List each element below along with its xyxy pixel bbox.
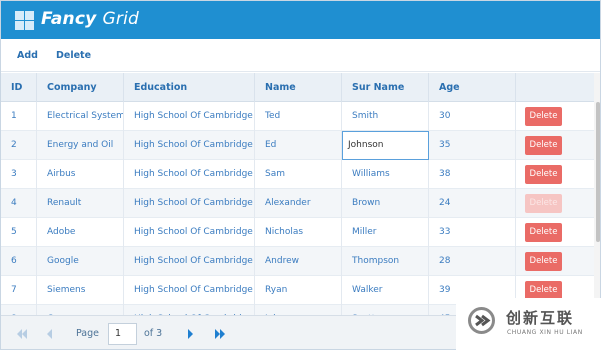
cell-id[interactable]: 5 (1, 218, 37, 247)
cell-surname[interactable]: Brown (342, 189, 429, 218)
next-page-icon[interactable] (186, 327, 194, 341)
row-delete-button[interactable]: Delete (525, 165, 562, 184)
cell-actions: Delete (516, 131, 594, 160)
table-row[interactable]: 2 Energy and Oil High School Of Cambridge E… (1, 131, 600, 160)
cell-name[interactable]: Andrew (255, 247, 342, 276)
cell-name[interactable]: Ted (255, 102, 342, 131)
cell-name[interactable]: Alexander (255, 189, 342, 218)
toolbar: Add Delete (1, 39, 600, 72)
last-page-icon[interactable] (214, 327, 226, 341)
page-number-input[interactable]: 1 (108, 323, 137, 345)
cell-company[interactable]: Electrical Systems (37, 102, 124, 131)
cell-education[interactable]: High School Of Cambridge (124, 218, 255, 247)
cell-id[interactable]: 3 (1, 160, 37, 189)
watermark-logo-icon (468, 307, 495, 334)
column-header-name[interactable]: Name (255, 73, 342, 102)
cell-company[interactable]: Airbus (37, 160, 124, 189)
cell-education[interactable]: High School Of Cambridge (124, 247, 255, 276)
table-row[interactable]: 4 Renault High School Of Cambridge Alexande… (1, 189, 600, 218)
cell-name[interactable]: John (255, 305, 342, 315)
grid-body: 1 Electrical Systems High School Of Cambri… (1, 102, 600, 315)
watermark: 创新互联 CHUANG XIN HU LIAN (456, 298, 603, 352)
cell-company[interactable]: Renault (37, 189, 124, 218)
cell-education[interactable]: High School Of Cambridge (124, 160, 255, 189)
cell-name[interactable]: Nicholas (255, 218, 342, 247)
app-title: Fancy Grid (41, 9, 139, 29)
cell-actions: Delete (516, 218, 594, 247)
cell-education[interactable]: High School Of Cambridge (124, 131, 255, 160)
row-delete-button[interactable]: Delete (525, 136, 562, 155)
column-header-company[interactable]: Company (37, 73, 124, 102)
cell-education[interactable]: High School Of Cambridge (124, 276, 255, 305)
cell-id[interactable]: 7 (1, 276, 37, 305)
page-count-label: of 3 (144, 328, 163, 339)
cell-surname[interactable]: Smith (342, 102, 429, 131)
cell-surname[interactable]: Scott (342, 305, 429, 315)
column-header-surname[interactable]: Sur Name (342, 73, 429, 102)
add-button[interactable]: Add (17, 50, 38, 61)
cell-age[interactable]: 30 (429, 102, 516, 131)
cell-name[interactable]: Sam (255, 160, 342, 189)
row-delete-button[interactable]: Delete (525, 252, 562, 271)
cell-surname[interactable]: Williams (342, 160, 429, 189)
cell-age[interactable]: 28 (429, 247, 516, 276)
cell-company[interactable]: Energy and Oil (37, 131, 124, 160)
column-header-actions (516, 73, 594, 102)
column-header-id[interactable]: ID (1, 73, 37, 102)
cell-education[interactable]: High School Of Cambridge (124, 189, 255, 218)
row-delete-button[interactable]: Delete (525, 223, 562, 242)
cell-age[interactable]: 35 (429, 131, 516, 160)
watermark-text-cn: 创新互联 (506, 309, 575, 327)
cell-education[interactable]: High School Of Cambridge (124, 305, 255, 315)
column-header-age[interactable]: Age (429, 73, 516, 102)
cell-id[interactable]: 4 (1, 189, 37, 218)
cell-surname[interactable]: Thompson (342, 247, 429, 276)
cell-id[interactable]: 8 (1, 305, 37, 315)
cell-surname[interactable]: Walker (342, 276, 429, 305)
cell-age[interactable]: 38 (429, 160, 516, 189)
prev-page-icon[interactable] (46, 327, 54, 341)
app-title-bold: Fancy (41, 9, 97, 29)
watermark-text-en: CHUANG XIN HU LIAN (507, 329, 583, 336)
cell-age[interactable]: 24 (429, 189, 516, 218)
grid-header: ID Company Education Name Sur Name Age (1, 73, 600, 102)
table-row[interactable]: 1 Electrical Systems High School Of Cambri… (1, 102, 600, 131)
column-header-education[interactable]: Education (124, 73, 255, 102)
cell-id[interactable]: 6 (1, 247, 37, 276)
cell-education[interactable]: High School Of Cambridge (124, 102, 255, 131)
table-row[interactable]: 6 Google High School Of Cambridge Andrew Tho… (1, 247, 600, 276)
cell-id[interactable]: 2 (1, 131, 37, 160)
cell-id[interactable]: 1 (1, 102, 37, 131)
cell-name[interactable]: Ryan (255, 276, 342, 305)
grid-logo-icon (15, 11, 34, 30)
row-delete-button[interactable]: Delete (525, 107, 562, 126)
scrollbar-thumb[interactable] (596, 102, 600, 242)
cell-company[interactable]: Cargo (37, 305, 124, 315)
delete-button[interactable]: Delete (56, 50, 91, 61)
cell-company[interactable]: Siemens (37, 276, 124, 305)
cell-company[interactable]: Google (37, 247, 124, 276)
cell-actions: Delete (516, 247, 594, 276)
table-row[interactable]: 5 Adobe High School Of Cambridge Nicholas Mi… (1, 218, 600, 247)
cell-company[interactable]: Adobe (37, 218, 124, 247)
row-delete-button[interactable]: Delete (525, 194, 562, 213)
first-page-icon[interactable] (16, 327, 28, 341)
page-label: Page (76, 328, 99, 339)
grid-titlebar: Fancy Grid (1, 1, 600, 39)
cell-editor-input[interactable]: Johnson (342, 131, 429, 160)
table-row[interactable]: 3 Airbus High School Of Cambridge Sam Willia… (1, 160, 600, 189)
cell-name[interactable]: Ed (255, 131, 342, 160)
cell-surname[interactable]: Miller (342, 218, 429, 247)
cell-actions: Delete (516, 160, 594, 189)
cell-actions: Delete (516, 189, 594, 218)
cell-actions: Delete (516, 102, 594, 131)
app-title-light: Grid (102, 9, 140, 29)
cell-age[interactable]: 33 (429, 218, 516, 247)
